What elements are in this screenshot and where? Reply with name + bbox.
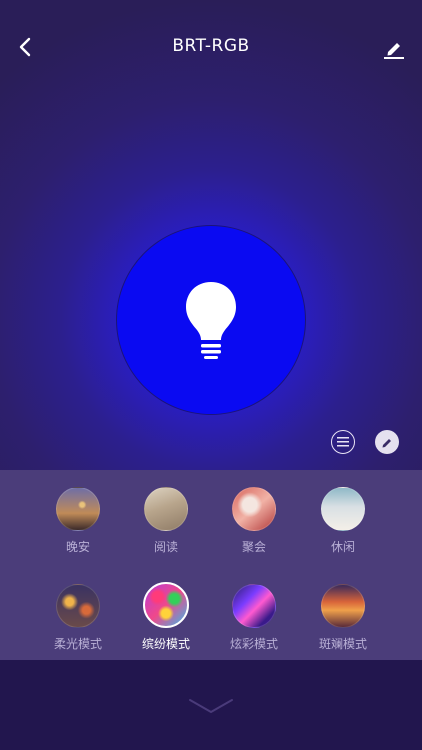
mode-label: 缤纷模式 [141, 637, 190, 651]
edit-pencil-icon [384, 43, 404, 59]
mode-label: 聚会 [241, 540, 266, 554]
mode-panel: 晚安 阅读 聚会 休闲 柔光模式 缤纷模式 炫彩模式 斑斓模式 [0, 470, 422, 660]
mode-item-soft-light[interactable]: 柔光模式 [38, 584, 118, 652]
page-title: BRT-RGB [172, 36, 250, 56]
list-icon [337, 437, 349, 447]
mode-item-goodnight[interactable]: 晚安 [38, 487, 118, 555]
mode-item-party[interactable]: 聚会 [214, 487, 294, 555]
list-button[interactable] [331, 430, 355, 454]
light-toggle[interactable] [117, 226, 305, 414]
mode-item-reading[interactable]: 阅读 [126, 487, 206, 555]
mode-label: 柔光模式 [53, 637, 102, 651]
mode-thumbnail [232, 584, 276, 628]
mode-thumbnail [144, 487, 188, 531]
lightbulb-icon [186, 282, 236, 359]
footer [0, 660, 422, 750]
mode-thumbnail [321, 584, 365, 628]
mode-label: 斑斓模式 [318, 637, 367, 651]
edit-button[interactable] [380, 34, 408, 62]
mode-thumbnail [56, 584, 100, 628]
mode-item-colorful[interactable]: 缤纷模式 [126, 582, 206, 652]
mode-thumbnail [321, 487, 365, 531]
mode-label: 晚安 [65, 540, 90, 554]
collapse-button[interactable] [186, 694, 236, 718]
color-edit-button[interactable] [375, 430, 399, 454]
mode-item-dazzle[interactable]: 炫彩模式 [214, 584, 294, 652]
mode-thumbnail [56, 487, 100, 531]
mode-item-vivid[interactable]: 斑斓模式 [303, 584, 383, 652]
mode-item-leisure[interactable]: 休闲 [303, 487, 383, 555]
mode-thumbnail [143, 582, 189, 628]
mode-label: 休闲 [330, 540, 355, 554]
mode-label: 炫彩模式 [229, 637, 278, 651]
pencil-icon [382, 439, 391, 448]
header: BRT-RGB [0, 0, 422, 95]
mode-thumbnail [232, 487, 276, 531]
chevron-down-icon [189, 699, 233, 713]
mode-label: 阅读 [153, 540, 178, 554]
